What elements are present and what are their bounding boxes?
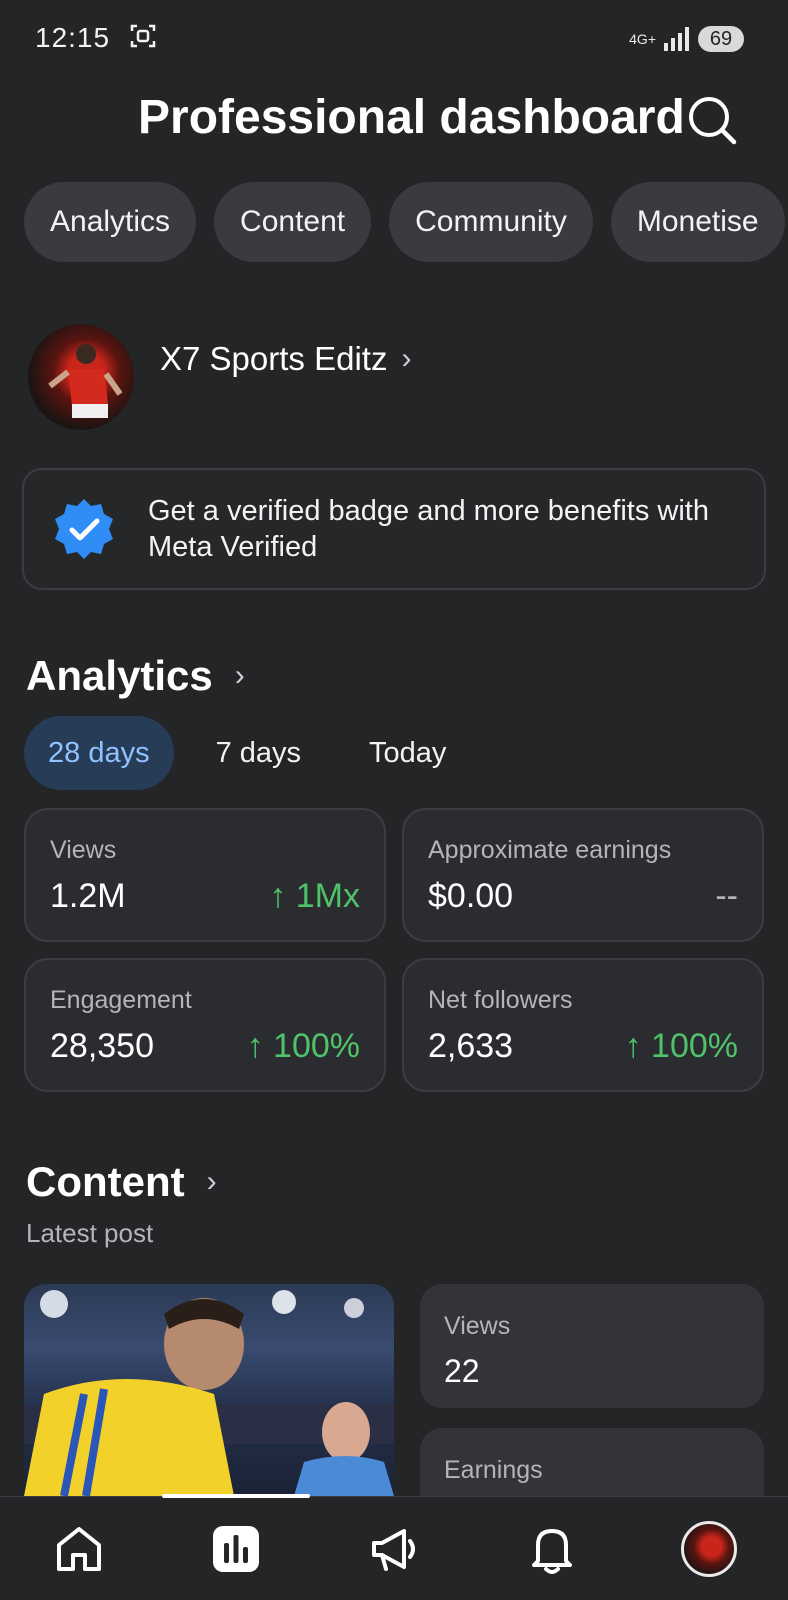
dashboard-icon (213, 1525, 260, 1572)
bell-icon (531, 1528, 572, 1574)
chip-monetise[interactable]: Monetise (610, 182, 785, 262)
chevron-right-icon: › (234, 659, 245, 692)
stat-label: Engagement (50, 986, 192, 1014)
megaphone-icon (371, 1528, 415, 1571)
stat-label: Net followers (428, 986, 573, 1014)
post-stat-value: 22 (444, 1353, 480, 1389)
page-title: Professional dashboard (138, 91, 685, 144)
stat-change: -- (715, 877, 738, 915)
tab-today[interactable]: Today (345, 716, 470, 790)
search-button[interactable] (686, 94, 738, 146)
latest-post-label: Latest post (26, 1218, 154, 1248)
profile-name: X7 Sports Editz (160, 340, 388, 377)
period-tabs: 28 days 7 days Today (24, 716, 470, 790)
chevron-right-icon: › (401, 342, 412, 375)
stat-label: Views (50, 836, 117, 864)
post-stat-views[interactable]: Views 22 (420, 1284, 764, 1408)
status-time-text: 12:15 (35, 22, 111, 53)
search-icon (689, 97, 737, 145)
stat-card-engagement[interactable]: Engagement 28,350 ↑ 100% (24, 958, 386, 1092)
screenshot-icon (130, 24, 156, 48)
post-image (24, 1290, 394, 1496)
stat-value: 2,633 (428, 1027, 514, 1065)
active-tab-indicator (162, 1494, 310, 1498)
battery-level: 69 (709, 27, 733, 50)
post-stat-label: Earnings (444, 1456, 543, 1484)
stat-change: ↑ 1Mx (269, 877, 360, 915)
nav-dashboard[interactable] (206, 1519, 266, 1579)
nav-notifications[interactable] (522, 1519, 582, 1579)
content-title: Content (26, 1158, 185, 1205)
signal-icon (664, 27, 689, 51)
chip-analytics[interactable]: Analytics (24, 182, 197, 262)
meta-verified-banner[interactable]: Get a verified badge and more benefits w… (22, 468, 766, 590)
stat-value: $0.00 (428, 877, 514, 915)
chip-content[interactable]: Content (214, 182, 372, 262)
stat-value: 1.2M (50, 877, 126, 915)
analytics-title: Analytics (26, 652, 213, 699)
profile-avatar[interactable] (28, 324, 134, 430)
post-stat-label: Views (444, 1312, 511, 1340)
profile-link[interactable]: X7 Sports Editz › (160, 340, 411, 378)
nav-profile[interactable] (679, 1519, 739, 1579)
stat-card-views[interactable]: Views 1.2M ↑ 1Mx (24, 808, 386, 942)
network-type: 4G+ (629, 31, 656, 47)
latest-post-thumbnail[interactable] (24, 1284, 394, 1496)
bottom-navigation (0, 1496, 788, 1600)
stat-change: ↑ 100% (246, 1027, 360, 1065)
verified-banner-text: Get a verified badge and more benefits w… (148, 495, 709, 563)
content-heading[interactable]: Content › (26, 1158, 217, 1206)
profile-avatar-icon (681, 1520, 738, 1577)
stat-card-earnings[interactable]: Approximate earnings $0.00 -- (402, 808, 764, 942)
tab-28-days[interactable]: 28 days (24, 716, 174, 790)
stat-card-net-followers[interactable]: Net followers 2,633 ↑ 100% (402, 958, 764, 1092)
post-stat-earnings[interactable]: Earnings (420, 1428, 764, 1496)
home-icon (56, 1526, 101, 1571)
chip-community[interactable]: Community (389, 182, 593, 262)
verified-badge-icon (55, 499, 113, 559)
category-chips: Analytics Content Community Monetise (24, 182, 785, 262)
tab-7-days[interactable]: 7 days (192, 716, 325, 790)
chevron-right-icon: › (206, 1165, 217, 1198)
stat-value: 28,350 (50, 1027, 154, 1065)
battery-indicator: 69 (698, 26, 744, 52)
nav-home[interactable] (49, 1519, 109, 1579)
nav-ads[interactable] (364, 1519, 424, 1579)
analytics-heading[interactable]: Analytics › (26, 652, 245, 700)
stat-label: Approximate earnings (428, 836, 672, 864)
player-photo (48, 344, 123, 418)
status-time: 12:15 (35, 22, 157, 54)
status-indicators: 4G+ 69 (629, 26, 744, 52)
stat-change: ↑ 100% (624, 1027, 738, 1065)
